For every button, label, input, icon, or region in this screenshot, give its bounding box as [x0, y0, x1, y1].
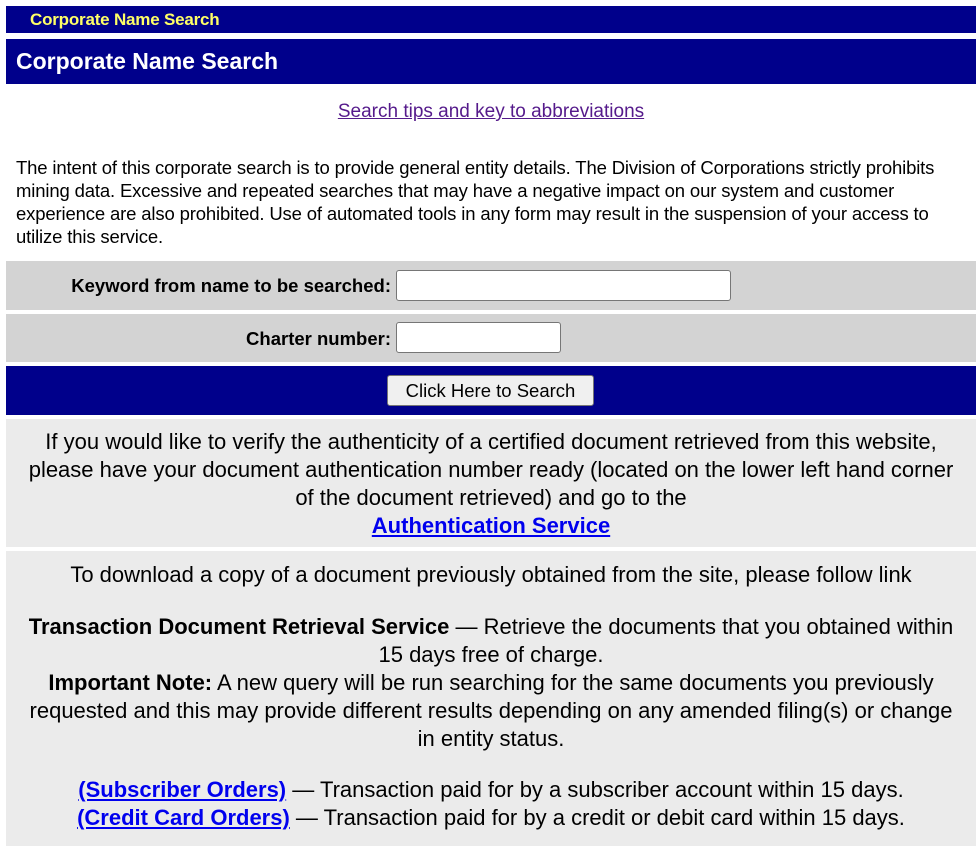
- retrieval-service-paragraph: Transaction Document Retrieval Service —…: [22, 613, 960, 669]
- page-title: Corporate Name Search: [16, 48, 279, 74]
- subscriber-orders-desc: — Transaction paid for by a subscriber a…: [286, 777, 904, 802]
- keyword-input[interactable]: [396, 270, 731, 301]
- credit-card-orders-paragraph: (Credit Card Orders) — Transaction paid …: [22, 804, 960, 832]
- top-bar-title: Corporate Name Search: [30, 10, 220, 29]
- download-panel: To download a copy of a document previou…: [6, 551, 976, 846]
- search-button-bar: Click Here to Search: [6, 366, 976, 415]
- charter-number-input[interactable]: [396, 322, 561, 353]
- search-button[interactable]: Click Here to Search: [387, 375, 594, 406]
- retrieval-service-title: Transaction Document Retrieval Service: [28, 614, 450, 639]
- credit-card-orders-desc: — Transaction paid for by a credit or de…: [289, 805, 905, 830]
- important-note-paragraph: Important Note: A new query will be run …: [22, 669, 960, 753]
- authentication-text: If you would like to verify the authenti…: [28, 429, 954, 510]
- search-tips-container: Search tips and key to abbreviations: [0, 101, 980, 123]
- subscriber-orders-link[interactable]: (Subscriber Orders): [78, 777, 286, 802]
- important-note-label: Important Note:: [48, 670, 213, 695]
- page-header-bar: Corporate Name Search: [6, 39, 976, 84]
- subscriber-orders-paragraph: (Subscriber Orders) — Transaction paid f…: [22, 776, 960, 804]
- charter-label: Charter number:: [246, 328, 391, 349]
- keyword-row: Keyword from name to be searched:: [6, 261, 976, 310]
- top-title-bar: Corporate Name Search: [6, 6, 976, 33]
- intent-notice: The intent of this corporate search is t…: [16, 157, 935, 247]
- search-tips-link[interactable]: Search tips and key to abbreviations: [338, 101, 644, 122]
- charter-row: Charter number:: [6, 314, 976, 362]
- download-intro: To download a copy of a document previou…: [70, 562, 912, 587]
- authentication-panel: If you would like to verify the authenti…: [6, 419, 976, 547]
- credit-card-orders-link[interactable]: (Credit Card Orders): [77, 805, 290, 830]
- keyword-label: Keyword from name to be searched:: [71, 275, 391, 296]
- retrieval-service-desc: — Retrieve the documents that you obtain…: [378, 614, 954, 667]
- page: Corporate Name Search Corporate Name Sea…: [0, 0, 980, 846]
- authentication-service-link[interactable]: Authentication Service: [372, 513, 610, 538]
